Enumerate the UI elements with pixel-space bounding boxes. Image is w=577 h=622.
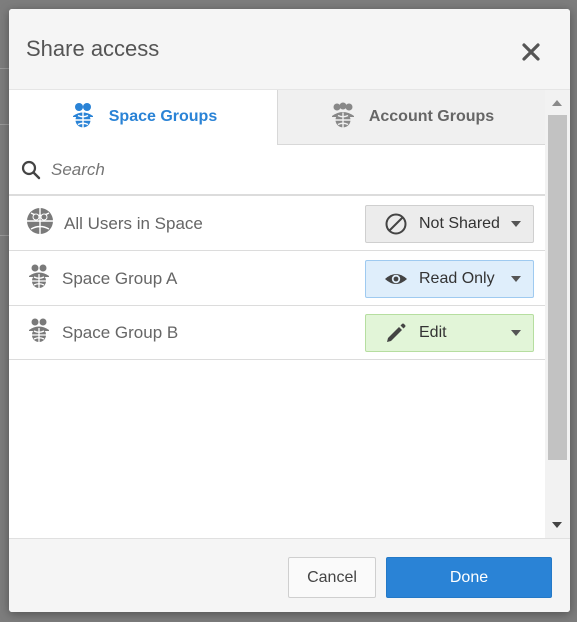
search-bar: [9, 145, 545, 196]
groups-icon: [69, 102, 97, 133]
scroll-down-arrow-icon[interactable]: [552, 522, 562, 528]
search-input[interactable]: [51, 159, 531, 180]
permission-dropdown[interactable]: Edit: [365, 313, 534, 352]
group-icon: [26, 317, 52, 348]
tab-label: Space Groups: [108, 108, 218, 125]
dialog-body: Space Groups Account Groups Search All U…: [9, 89, 570, 539]
dialog-title: Share access: [26, 36, 160, 61]
group-icon: [26, 263, 52, 294]
permission-label: Read Only: [419, 269, 495, 287]
permission-dropdown[interactable]: Read Only: [365, 259, 534, 298]
search-icon: [21, 160, 41, 180]
tab-account-groups[interactable]: Account Groups: [277, 90, 545, 145]
chevron-down-icon: [511, 275, 521, 282]
list-item: All Users in Space Not Shared: [9, 197, 545, 251]
tab-bar: Space Groups Account Groups: [9, 90, 545, 145]
list-item: Space Group A Read Only: [9, 252, 545, 306]
list-item: Space Group B Edit: [9, 306, 545, 360]
scrollbar-thumb[interactable]: [548, 115, 567, 460]
groups-icon: [329, 102, 357, 133]
permission-dropdown[interactable]: Not Shared: [365, 204, 534, 243]
permission-label: Edit: [419, 323, 447, 341]
row-label: Space Group B: [62, 322, 179, 342]
blocked-icon: [384, 212, 408, 236]
close-icon[interactable]: [518, 39, 544, 65]
tab-label: Account Groups: [368, 108, 495, 125]
done-button[interactable]: Done: [386, 557, 552, 598]
scroll-up-arrow-icon[interactable]: [552, 100, 562, 106]
row-label: All Users in Space: [64, 213, 203, 233]
dialog-footer: Cancel Done: [9, 538, 570, 612]
cancel-button[interactable]: Cancel: [288, 557, 376, 598]
scrollbar[interactable]: [545, 90, 570, 539]
permission-label: Not Shared: [419, 214, 500, 232]
share-access-dialog: Share access Space Groups Account Groups…: [9, 9, 570, 612]
chevron-down-icon: [511, 329, 521, 336]
globe-users-icon: [26, 207, 54, 240]
tab-space-groups[interactable]: Space Groups: [9, 90, 277, 145]
row-label: Space Group A: [62, 268, 178, 288]
dialog-header: Share access: [9, 9, 570, 89]
eye-icon: [384, 267, 408, 291]
chevron-down-icon: [511, 220, 521, 227]
pencil-icon: [384, 321, 408, 345]
